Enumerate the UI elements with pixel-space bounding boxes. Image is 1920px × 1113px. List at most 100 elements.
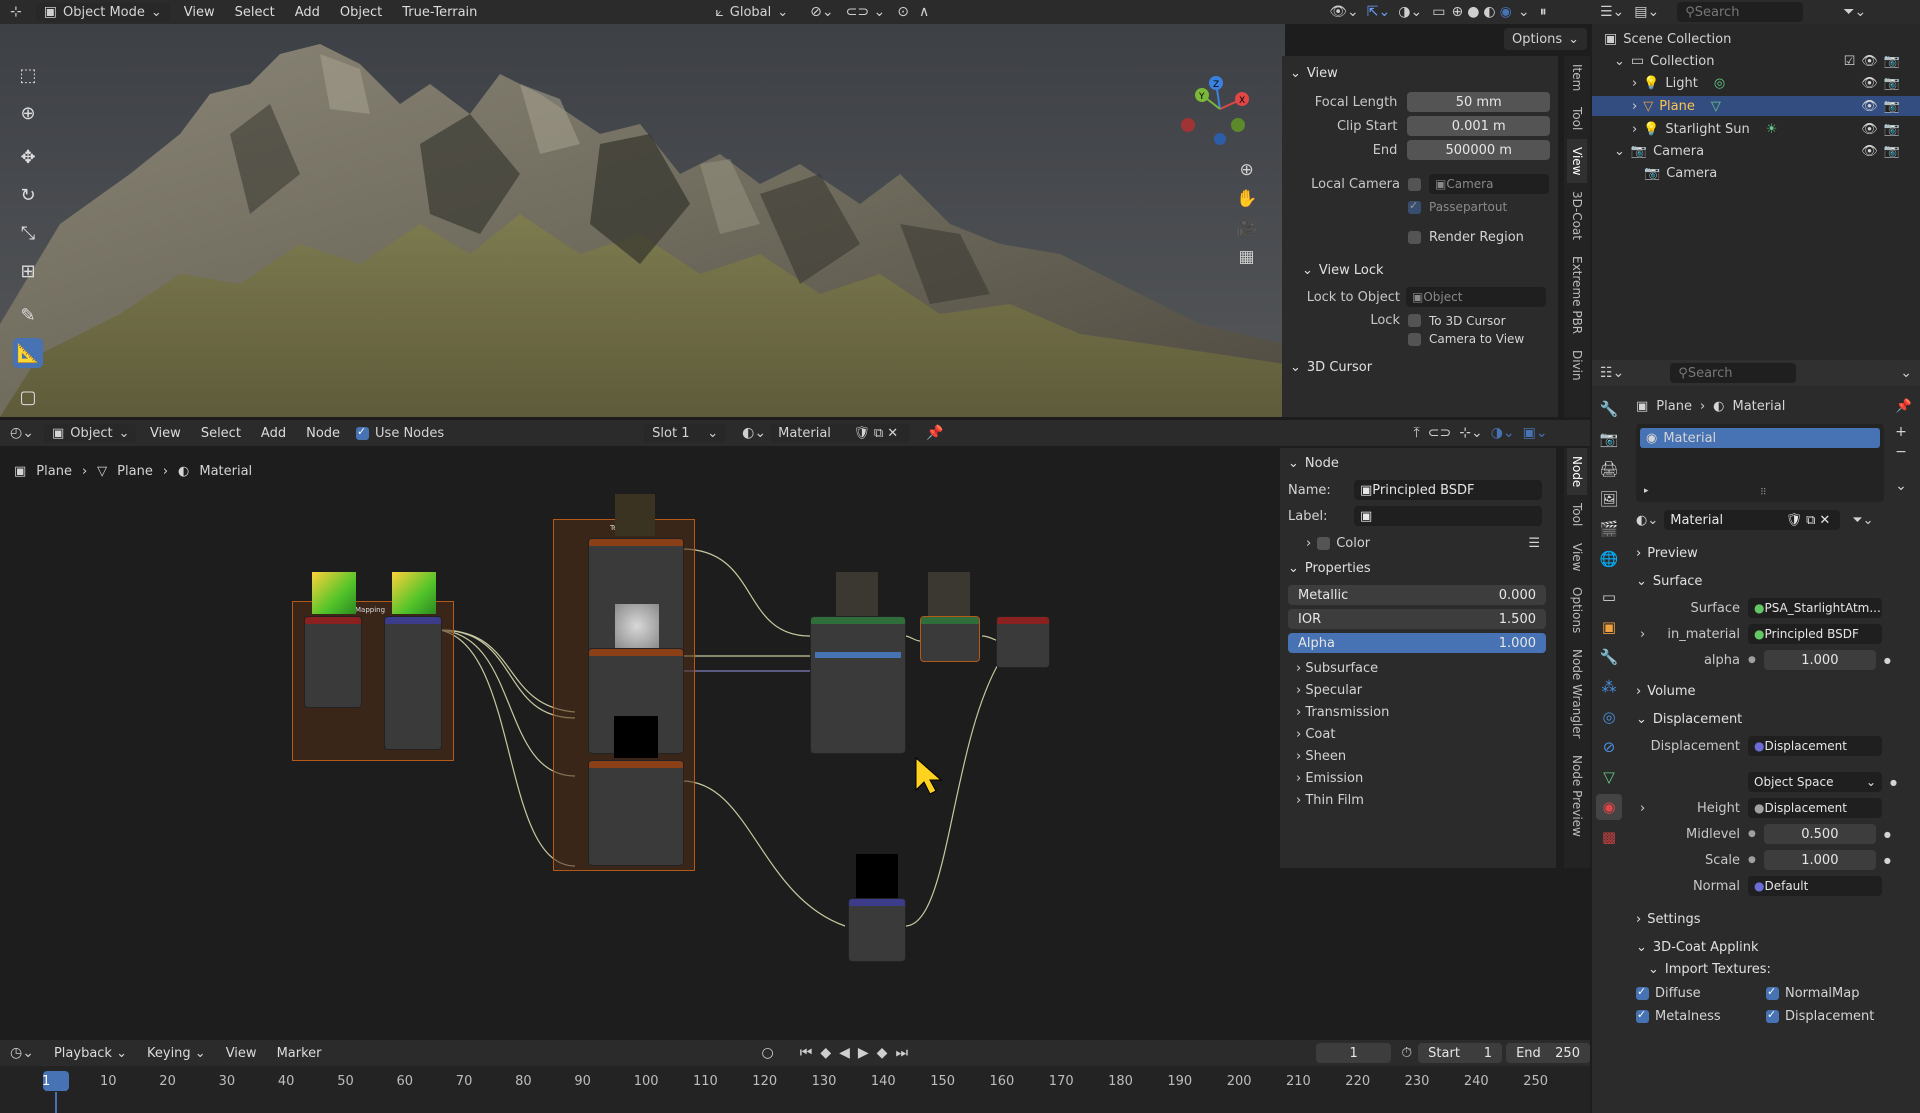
tab-options[interactable]: Options xyxy=(1567,579,1587,641)
view-panel-header[interactable]: ⌄ View xyxy=(1290,62,1550,84)
outliner-row-camera-data[interactable]: 📷 Camera xyxy=(1604,164,1920,182)
zoom-icon[interactable]: ⊕ xyxy=(1239,162,1253,179)
pan-hand-icon[interactable]: ✋ xyxy=(1236,191,1257,208)
surface-panel-header[interactable]: ⌄ Surface xyxy=(1636,570,1912,592)
remove-slot-icon[interactable]: − xyxy=(1895,444,1907,460)
outliner-row-camera[interactable]: ⌄ 📷 Camera 👁📷 xyxy=(1604,142,1920,160)
keyframe-dot-icon[interactable]: ● xyxy=(1890,778,1897,787)
node-canvas[interactable]: ▣ Plane › ▽ Plane › ◐ Material Mapping Te xyxy=(0,446,1270,1036)
node-menu-select[interactable]: Select xyxy=(191,426,251,441)
visibility-toggles[interactable]: 👁📷 xyxy=(1861,144,1906,159)
visibility-toggles[interactable]: 👁📷 xyxy=(1861,122,1906,137)
end-frame-field[interactable]: End 250 xyxy=(1506,1043,1590,1063)
space-dropdown[interactable]: Object Space ⌄ xyxy=(1748,772,1882,792)
outliner-row-starlight-sun[interactable]: › 💡 Starlight Sun ☀ 👁📷 xyxy=(1604,120,1920,138)
menu-playback[interactable]: Playback ⌄ xyxy=(44,1046,137,1061)
outliner-type-icon[interactable]: ☰⌄ xyxy=(1600,5,1624,19)
tab-item[interactable]: Item xyxy=(1567,56,1587,99)
emission-section[interactable]: › Emission xyxy=(1296,771,1548,786)
visibility-toggles[interactable]: 👁📷 xyxy=(1861,76,1906,91)
add-cube-icon[interactable]: ▢ xyxy=(13,382,43,412)
tab-node-wrangler[interactable]: Node Wrangler xyxy=(1567,641,1587,747)
view-layer-tab-icon[interactable]: 🖼 xyxy=(1596,486,1622,512)
output-tab-icon[interactable]: 🖨 xyxy=(1596,456,1622,482)
options-dropdown[interactable]: Options ⌄ xyxy=(1504,28,1588,50)
material-slot-list[interactable]: ◉ Material ▸ ⠿ xyxy=(1636,424,1884,502)
volume-panel-header[interactable]: › Volume xyxy=(1636,680,1912,702)
alpha-field[interactable]: 1.000 xyxy=(1763,650,1876,670)
keyframe-dot-icon[interactable]: ● xyxy=(1884,656,1891,665)
normalmap-option[interactable]: NormalMap xyxy=(1766,985,1896,1001)
properties-panel-header[interactable]: ⌄ Properties xyxy=(1288,557,1548,579)
wireframe-shading-icon[interactable]: ⊕ xyxy=(1451,5,1463,19)
render-region-checkbox[interactable] xyxy=(1408,231,1421,244)
node-texture-coordinate[interactable] xyxy=(304,616,362,708)
3d-viewport[interactable]: ⬚ ⊕ ✥ ↻ ⤡ ⊞ ✎ 📐 ▢ X Z Y ⊕ ✋ 🎥 ▦ xyxy=(0,24,1285,417)
annotate-icon[interactable]: ✎ xyxy=(13,300,43,330)
displacement-checkbox[interactable] xyxy=(1766,1008,1779,1023)
pivot-icon[interactable]: ⊘⌄ xyxy=(810,5,833,19)
thin-film-section[interactable]: › Thin Film xyxy=(1296,793,1548,808)
settings-panel-header[interactable]: › Settings xyxy=(1636,908,1912,930)
chevron-right-icon[interactable]: › xyxy=(1640,627,1654,642)
to-3d-cursor-checkbox[interactable] xyxy=(1408,314,1421,327)
display-mode-icon[interactable]: ▤⌄ xyxy=(1634,5,1659,19)
menu-marker[interactable]: Marker xyxy=(267,1046,332,1061)
metallic-slider[interactable]: Metallic 0.000 xyxy=(1288,585,1546,605)
height-field[interactable]: ● Displacement xyxy=(1748,798,1882,818)
mode-dropdown[interactable]: ▣ Object Mode ⌄ xyxy=(35,2,170,22)
node-panel-header[interactable]: ⌄ Node xyxy=(1288,452,1548,474)
perspective-grid-icon[interactable]: ▦ xyxy=(1239,249,1255,266)
falloff-icon[interactable]: ∧ xyxy=(919,5,929,19)
node-psa-starlight-group[interactable] xyxy=(920,616,980,662)
3d-cursor-header[interactable]: ⌄ 3D Cursor xyxy=(1290,356,1550,378)
timeline-ruler[interactable]: 1 10 20 30 40 50 60 70 80 90 100 110 120 130 140 150 160… xyxy=(0,1066,1590,1113)
play-icon[interactable]: ▶ xyxy=(858,1045,877,1061)
sheen-section[interactable]: › Sheen xyxy=(1296,749,1548,764)
node-menu-view[interactable]: View xyxy=(140,426,191,441)
material-browse-icon[interactable]: ◐⌄ xyxy=(742,426,766,440)
tab-view[interactable]: View xyxy=(1567,535,1587,579)
overlay-icon[interactable]: ◑⌄ xyxy=(1398,5,1422,19)
normal-field[interactable]: ● Default xyxy=(1748,876,1882,896)
diffuse-option[interactable]: Diffuse xyxy=(1636,985,1766,1001)
xray-icon[interactable]: ▭ xyxy=(1432,5,1445,19)
render-tab-icon[interactable]: 📷 xyxy=(1596,426,1622,452)
link-icon[interactable]: ⏷⌄ xyxy=(1852,513,1873,528)
surface-field[interactable]: ● PSA_StarlightAtm... xyxy=(1748,598,1882,618)
node-name-field[interactable]: ▣ Principled BSDF xyxy=(1354,480,1542,500)
pin-icon[interactable]: 📌 xyxy=(1896,399,1912,414)
collection-tab-icon[interactable]: ▭ xyxy=(1596,584,1622,610)
camera-view-icon[interactable]: 🎥 xyxy=(1236,220,1257,237)
shading-options-icon[interactable]: ⌄ xyxy=(1518,5,1530,19)
node-color-row[interactable]: › Color ☰ xyxy=(1306,536,1548,551)
backdrop-icon[interactable]: ▣⌄ xyxy=(1523,426,1548,440)
list-icon[interactable]: ☰ xyxy=(1528,536,1540,551)
displacement-option[interactable]: Displacement xyxy=(1766,1008,1896,1024)
material-slot-item[interactable]: ◉ Material xyxy=(1640,428,1880,448)
normalmap-checkbox[interactable] xyxy=(1766,985,1779,1000)
properties-type-icon[interactable]: ☷⌄ xyxy=(1600,366,1624,380)
fake-user-duplicate-unlink-icons[interactable]: 🛡⧉✕ xyxy=(1786,513,1835,528)
pause-icon[interactable]: ⏸ xyxy=(1540,5,1547,19)
passepartout-checkbox[interactable] xyxy=(1408,199,1421,214)
local-camera-checkbox[interactable] xyxy=(1408,177,1421,191)
in-material-field[interactable]: ● Principled BSDF xyxy=(1748,624,1882,644)
add-slot-icon[interactable]: + xyxy=(1895,424,1907,440)
use-nodes-checkbox[interactable] xyxy=(356,425,370,440)
preview-panel-header[interactable]: › Preview xyxy=(1636,542,1912,564)
rendered-shading-icon[interactable]: ◉ xyxy=(1500,5,1512,19)
play-reverse-icon[interactable]: ◀ xyxy=(839,1045,858,1061)
rotate-icon[interactable]: ↻ xyxy=(13,180,43,210)
node-menu-node[interactable]: Node xyxy=(296,426,350,441)
keyframe-dot-icon[interactable]: ● xyxy=(1884,830,1891,839)
properties-search-input[interactable]: ⚲ Search xyxy=(1670,363,1797,383)
start-frame-field[interactable]: Start 1 xyxy=(1418,1043,1503,1063)
chevron-down-icon[interactable]: ⌄ xyxy=(1895,478,1907,494)
metalness-checkbox[interactable] xyxy=(1636,1008,1649,1023)
world-tab-icon[interactable]: 🌐 xyxy=(1596,546,1622,572)
tool-tab-icon[interactable]: 🔧 xyxy=(1596,396,1622,422)
node-color-checkbox[interactable] xyxy=(1317,537,1331,550)
overlays-icon[interactable]: ◑⌄ xyxy=(1491,426,1515,440)
expand-icon[interactable]: ▸ xyxy=(1644,486,1649,496)
